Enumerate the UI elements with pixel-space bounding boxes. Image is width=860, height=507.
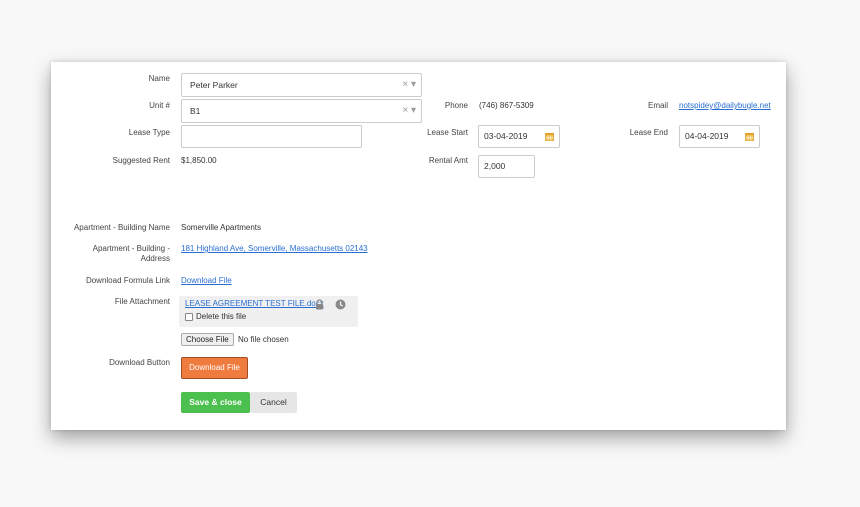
phone-value: (746) 867-5309 bbox=[479, 101, 534, 110]
choose-file-button[interactable]: Choose File bbox=[181, 333, 234, 346]
suggested-rent-label: Suggested Rent bbox=[112, 156, 170, 165]
attached-file-link[interactable]: LEASE AGREEMENT TEST FILE.docx bbox=[185, 299, 324, 309]
download-formula-label: Download Formula Link bbox=[85, 276, 170, 285]
calendar-icon[interactable] bbox=[745, 132, 754, 141]
download-formula-link[interactable]: Download File bbox=[181, 276, 232, 286]
chevron-down-icon[interactable]: ▾ bbox=[411, 79, 416, 90]
download-button-label: Download Button bbox=[109, 358, 170, 367]
unit-select[interactable]: B1 × ▾ bbox=[181, 99, 422, 123]
building-address-label: Apartment - Building - Address bbox=[61, 244, 170, 264]
save-close-button[interactable]: Save & close bbox=[181, 392, 250, 413]
lease-end-value: 04-04-2019 bbox=[685, 131, 729, 141]
building-address-label-line2: Address bbox=[140, 254, 170, 263]
building-address-label-line1: Apartment - Building - bbox=[92, 244, 170, 253]
download-file-button[interactable]: Download File bbox=[181, 357, 248, 379]
lease-end-input[interactable]: 04-04-2019 bbox=[679, 125, 760, 148]
clear-icon[interactable]: × bbox=[402, 105, 408, 116]
lock-icon bbox=[316, 299, 323, 310]
lease-form-card: Name Peter Parker × ▾ Unit # B1 × ▾ Phon… bbox=[51, 62, 786, 430]
lease-start-label: Lease Start bbox=[427, 128, 468, 137]
lease-start-input[interactable]: 03-04-2019 bbox=[478, 125, 560, 148]
name-label: Name bbox=[148, 74, 170, 83]
file-attachment-label: File Attachment bbox=[114, 297, 170, 306]
lease-end-label: Lease End bbox=[629, 128, 668, 137]
history-icon[interactable] bbox=[335, 299, 346, 310]
name-select[interactable]: Peter Parker × ▾ bbox=[181, 73, 422, 97]
delete-file-option[interactable]: Delete this file bbox=[185, 312, 246, 322]
chevron-down-icon[interactable]: ▾ bbox=[411, 105, 416, 116]
file-attachment-box: LEASE AGREEMENT TEST FILE.docx Delete th… bbox=[179, 296, 358, 327]
building-name-label: Apartment - Building Name bbox=[73, 223, 170, 232]
delete-file-checkbox[interactable] bbox=[185, 312, 193, 321]
suggested-rent-value: $1,850.00 bbox=[181, 156, 217, 165]
lease-type-label: Lease Type bbox=[128, 128, 170, 137]
email-label: Email bbox=[647, 101, 668, 110]
building-address-link[interactable]: 181 Highland Ave, Somerville, Massachuse… bbox=[181, 244, 368, 254]
delete-file-label: Delete this file bbox=[196, 312, 247, 321]
clear-icon[interactable]: × bbox=[402, 79, 408, 90]
phone-label: Phone bbox=[444, 101, 468, 110]
rental-amt-input[interactable]: 2,000 bbox=[478, 155, 535, 178]
unit-value: B1 bbox=[190, 106, 201, 116]
name-value: Peter Parker bbox=[190, 80, 238, 90]
lease-type-input[interactable] bbox=[181, 125, 362, 148]
building-name-value: Somerville Apartments bbox=[181, 223, 262, 232]
rental-amt-label: Rental Amt bbox=[428, 156, 468, 165]
cancel-button[interactable]: Cancel bbox=[250, 392, 297, 413]
calendar-icon[interactable] bbox=[545, 132, 554, 141]
unit-label: Unit # bbox=[149, 101, 170, 110]
lease-start-value: 03-04-2019 bbox=[484, 131, 528, 141]
no-file-chosen-text: No file chosen bbox=[238, 335, 289, 344]
email-link[interactable]: notspidey@dailybugle.net bbox=[679, 101, 771, 111]
